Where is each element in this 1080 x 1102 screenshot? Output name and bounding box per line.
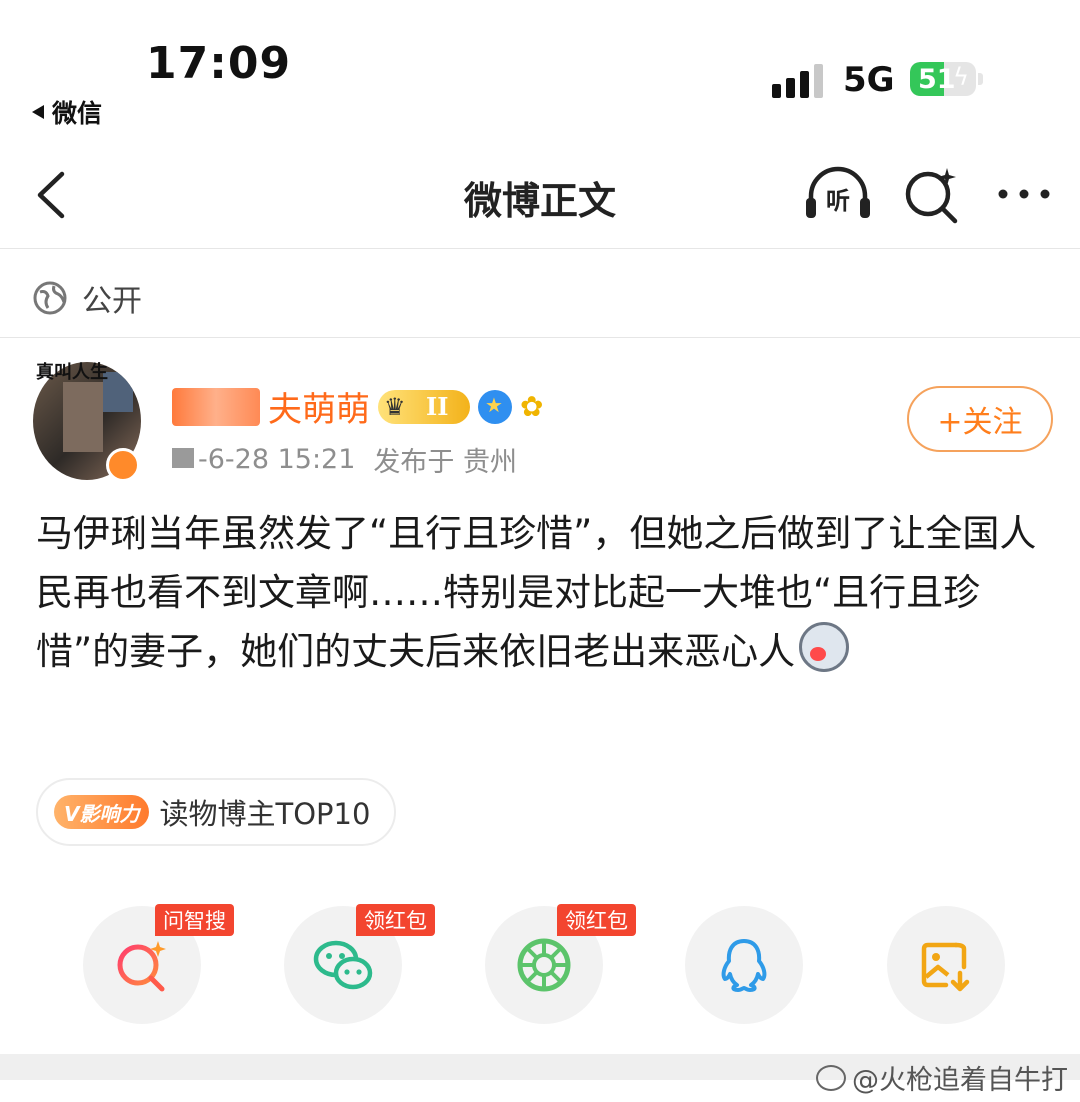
battery-tip [978, 73, 983, 85]
qq-penguin-icon [721, 939, 767, 992]
battery-percent: 51 [918, 64, 956, 95]
save-image-icon [921, 942, 970, 992]
avatar-text: 真叫人生 [36, 362, 108, 383]
back-triangle-icon [32, 105, 44, 119]
member-level: II [426, 391, 449, 421]
share-ribbon: 问智搜 [155, 904, 234, 936]
post-location: 发布于 贵州 [373, 447, 518, 478]
share-ribbon: 领红包 [356, 904, 435, 936]
post-content: 马伊琍当年虽然发了“且行且珍惜”，但她之后做到了让全国人民再也看不到文章啊……特… [36, 504, 1051, 681]
smart-search-icon[interactable] [903, 166, 961, 224]
visibility-label: 公开 [82, 284, 142, 319]
post-text: 马伊琍当年虽然发了“且行且珍惜”，但她之后做到了让全国人民再也看不到文章啊……特… [36, 512, 1037, 673]
back-to-app-link[interactable]: 微信 [32, 94, 102, 130]
username-row[interactable]: 夫萌萌 ♛ II ✿ [172, 382, 543, 431]
visibility-row: 公开 [32, 276, 142, 320]
more-icon[interactable] [995, 182, 1055, 206]
follow-button[interactable]: +关注 [907, 386, 1053, 452]
status-time: 17:09 [146, 38, 292, 89]
influence-tag-label: 读物博主TOP10 [159, 797, 371, 831]
username-text: 夫萌萌 [268, 390, 370, 430]
weibo-logo-icon [816, 1064, 846, 1091]
username-redacted [172, 387, 260, 426]
influence-tag[interactable]: V影响力 读物博主TOP10 [36, 778, 397, 846]
wechat-icon [313, 940, 373, 990]
share-save-image-button[interactable] [887, 906, 1005, 1024]
battery-icon: 51 ϟ [910, 62, 976, 96]
section-divider [0, 337, 1080, 338]
share-ribbon: 领红包 [557, 904, 636, 936]
back-app-label: 微信 [52, 99, 103, 128]
listen-label: 听 [826, 187, 850, 215]
avatar-mosaic [63, 382, 103, 452]
flower-icon: ✿ [520, 390, 544, 423]
verified-icon[interactable] [478, 389, 512, 424]
post-date: -6-28 15:21 [172, 444, 355, 475]
network-type: 5G [843, 60, 895, 100]
nav-divider [0, 248, 1080, 249]
member-crown-badge[interactable]: ♛ II [378, 389, 470, 424]
listen-button[interactable]: 听 [803, 166, 873, 222]
share-qq-button[interactable] [685, 906, 803, 1024]
charging-bolt-icon: ϟ [953, 63, 969, 91]
headphones-icon: 听 [806, 166, 870, 218]
watermark: @火枪追着自牛打 [816, 1058, 1068, 1097]
moments-aperture-icon [517, 938, 571, 992]
globe-icon [33, 281, 67, 315]
v-influence-badge: V影响力 [54, 795, 150, 829]
crown-icon: ♛ [384, 392, 406, 421]
avatar-badge-icon [106, 448, 140, 482]
signal-icon [772, 62, 823, 98]
smart-search-icon [117, 941, 166, 992]
funny-face-emoji-icon [799, 622, 850, 672]
post-meta: -6-28 15:21 发布于 贵州 [172, 440, 517, 479]
watermark-text: @火枪追着自牛打 [852, 1065, 1068, 1096]
